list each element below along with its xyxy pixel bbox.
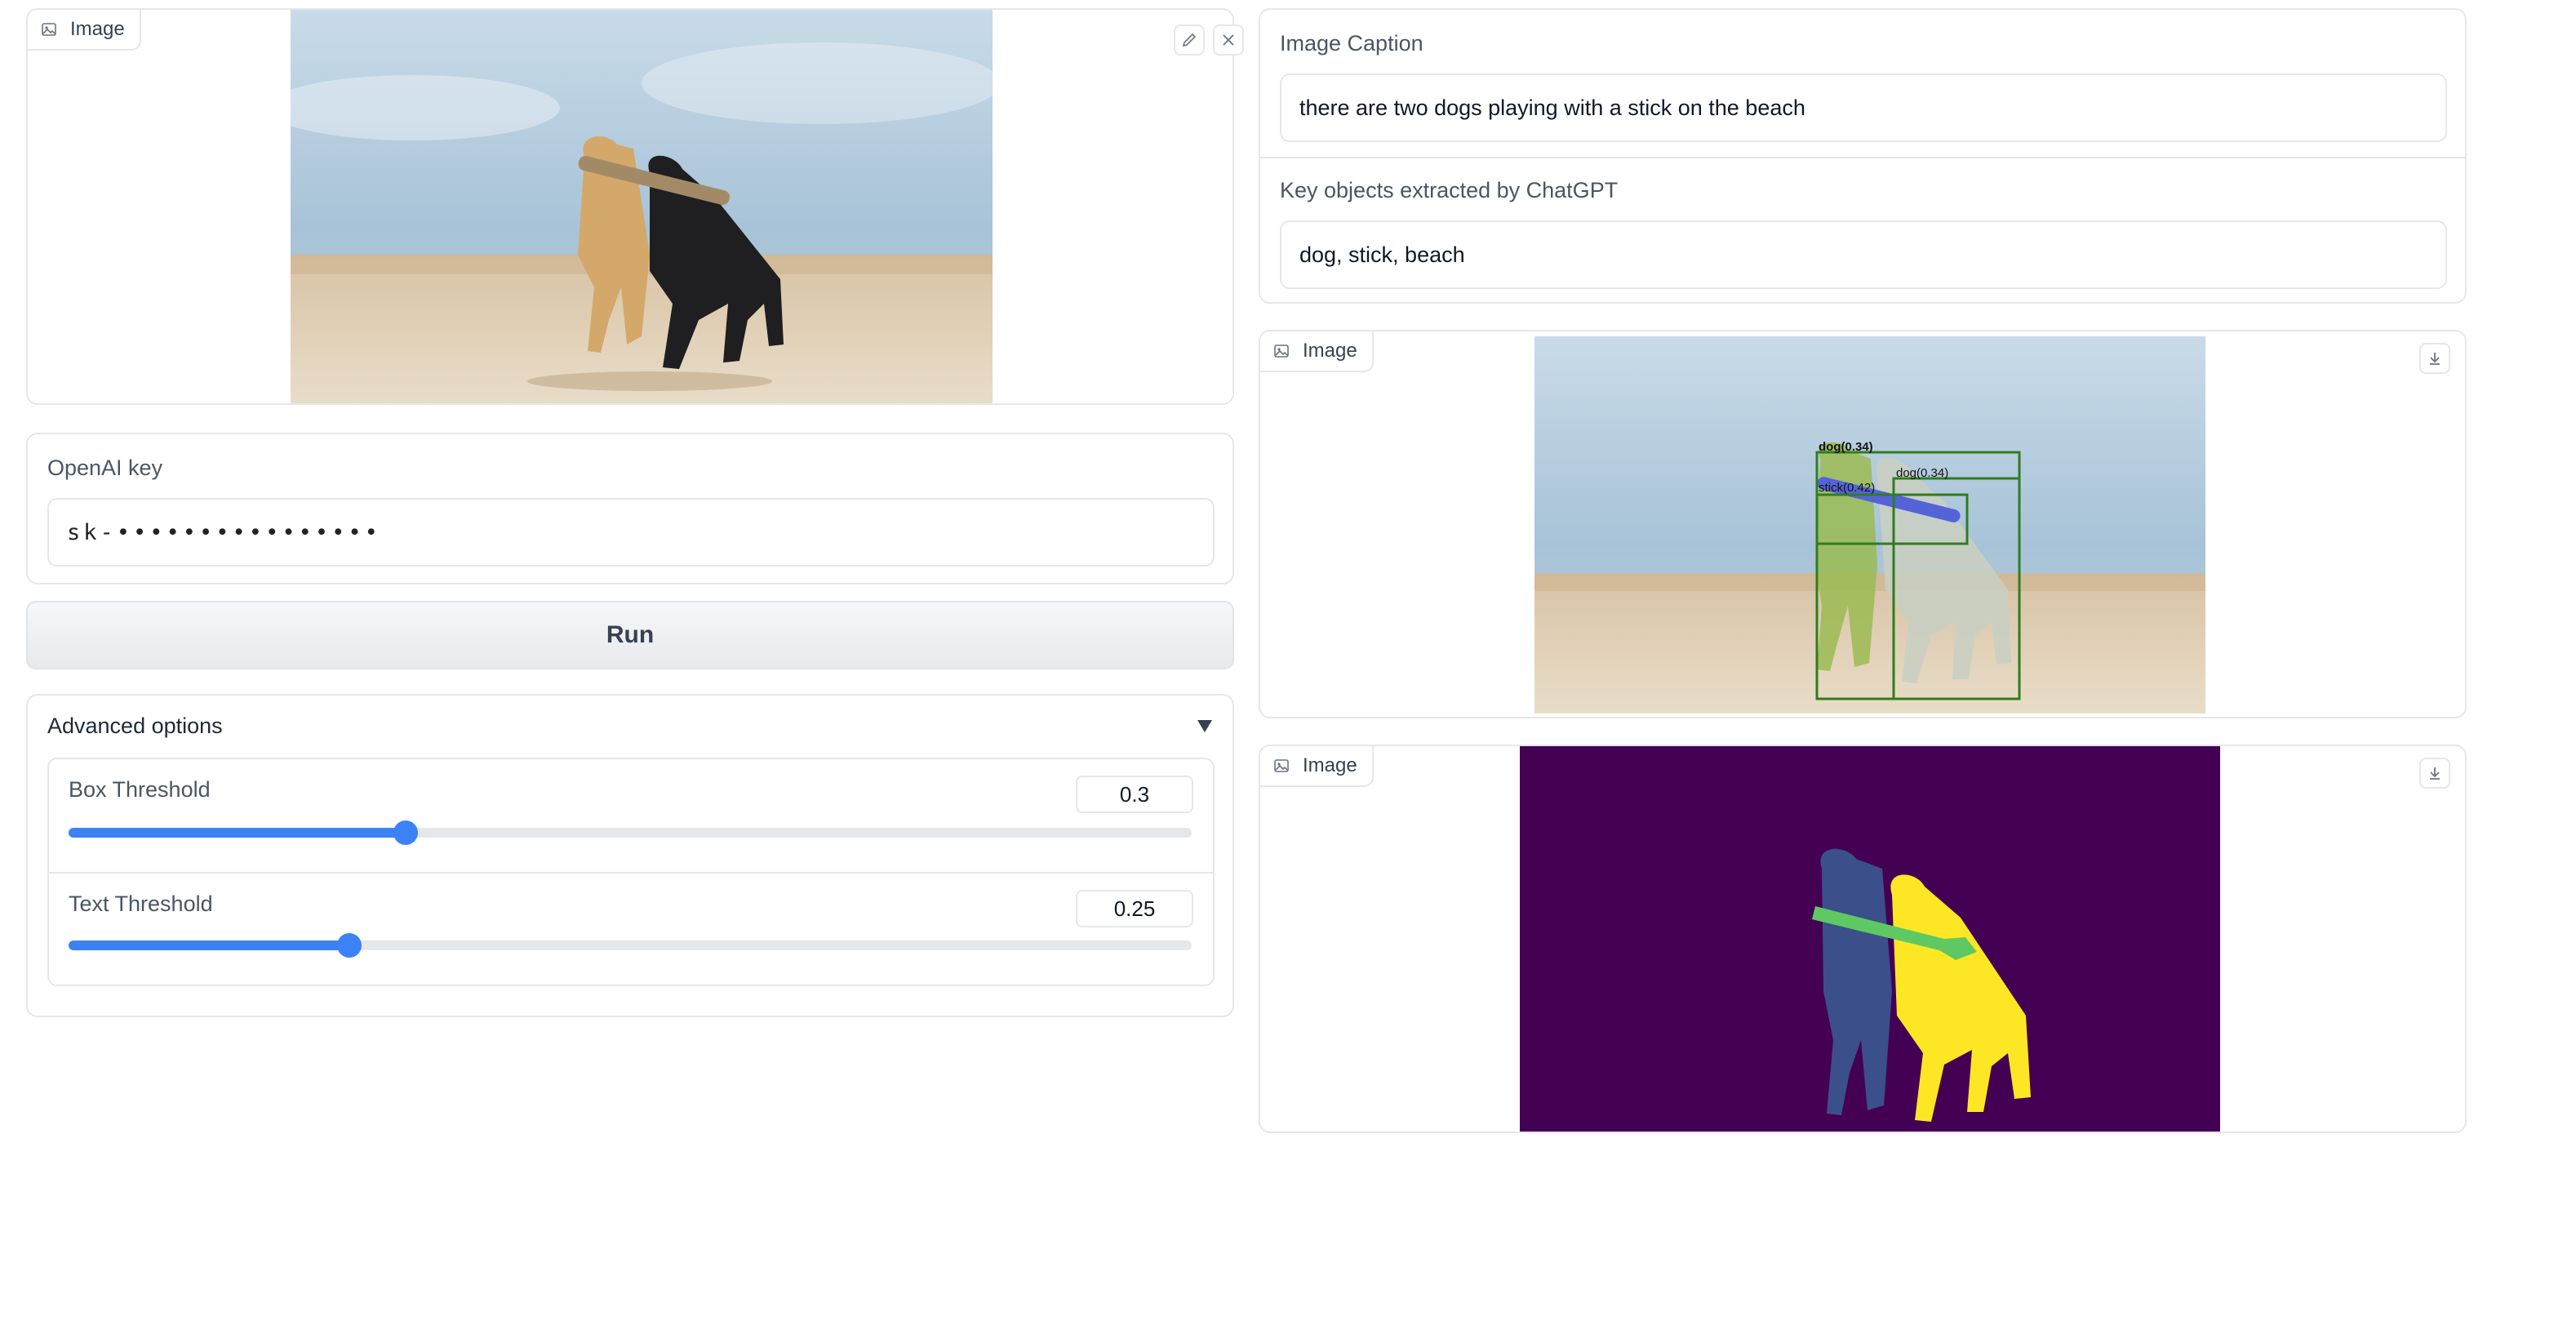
image-icon <box>42 23 56 36</box>
detection-box-label-1: dog(0.34) <box>1819 440 1873 454</box>
mask-photo <box>1520 746 2220 1132</box>
advanced-options-title: Advanced options <box>47 714 223 738</box>
mask-image-panel: Image <box>1259 745 2467 1133</box>
text-threshold-control: Text Threshold 0.25 <box>49 874 1213 986</box>
input-image-panel[interactable]: Image <box>26 8 1244 405</box>
openai-key-value: sk-•••••••••••••••• <box>67 519 381 545</box>
openai-key-panel: OpenAI key sk-•••••••••••••••• <box>26 433 1234 585</box>
detection-image-panel: Image dog(0.34) dog(0.34) stick(0.42) <box>1259 330 2467 718</box>
box-threshold-slider-fill <box>69 828 406 838</box>
download-detection-button[interactable] <box>2419 343 2450 374</box>
detection-image-label-chip: Image <box>1260 331 1374 372</box>
detection-photo: dog(0.34) dog(0.34) stick(0.42) <box>1534 336 2205 714</box>
close-icon <box>1223 34 1234 46</box>
run-button[interactable]: Run <box>26 601 1234 669</box>
text-threshold-slider[interactable] <box>69 933 1192 958</box>
detection-box-label-3: stick(0.42) <box>1819 481 1875 495</box>
download-icon <box>2430 353 2440 365</box>
threshold-group: Box Threshold 0.3 Text Threshold 0.25 <box>47 758 1215 986</box>
divider <box>1260 157 2465 158</box>
openai-key-label: OpenAI key <box>47 456 163 480</box>
caption-output[interactable]: there are two dogs playing with a stick … <box>1280 73 2447 142</box>
key-objects-text: dog, stick, beach <box>1299 242 1465 267</box>
input-photo <box>291 10 993 403</box>
key-objects-label: Key objects extracted by ChatGPT <box>1280 178 1619 202</box>
advanced-options-panel: Advanced options Box Threshold 0.3 Text … <box>26 694 1234 1017</box>
caption-text: there are two dogs playing with a stick … <box>1299 95 1805 120</box>
edit-button[interactable] <box>1174 24 1205 56</box>
mask-image-label: Image <box>1303 754 1357 776</box>
box-threshold-slider-knob[interactable] <box>393 820 418 845</box>
key-objects-output[interactable]: dog, stick, beach <box>1280 220 2447 289</box>
box-threshold-label: Box Threshold <box>69 777 211 802</box>
clear-image-button[interactable] <box>1213 24 1244 56</box>
image-icon <box>1274 759 1289 772</box>
text-threshold-label: Text Threshold <box>69 892 213 916</box>
caption-label: Image Caption <box>1280 31 1423 56</box>
text-threshold-slider-fill <box>69 940 349 950</box>
text-output-panel: Image Caption there are two dogs playing… <box>1259 8 2467 304</box>
input-image-label: Image <box>70 18 125 40</box>
caret-down-icon <box>1197 720 1212 732</box>
openai-key-input[interactable]: sk-•••••••••••••••• <box>47 498 1215 567</box>
input-image-label-chip: Image <box>28 10 141 51</box>
text-threshold-input[interactable]: 0.25 <box>1076 890 1193 927</box>
download-mask-button[interactable] <box>2419 758 2450 789</box>
detection-box-label-2: dog(0.34) <box>1896 466 1948 480</box>
advanced-options-toggle[interactable]: Advanced options <box>28 696 1232 754</box>
detection-image-label: Image <box>1303 340 1357 362</box>
box-threshold-control: Box Threshold 0.3 <box>49 759 1213 874</box>
pencil-icon <box>1182 33 1197 47</box>
download-icon <box>2430 767 2440 780</box>
box-threshold-slider[interactable] <box>69 820 1192 845</box>
image-icon <box>1274 345 1289 358</box>
text-threshold-slider-knob[interactable] <box>337 933 362 958</box>
box-threshold-input[interactable]: 0.3 <box>1076 776 1193 813</box>
mask-image-label-chip: Image <box>1260 746 1374 787</box>
